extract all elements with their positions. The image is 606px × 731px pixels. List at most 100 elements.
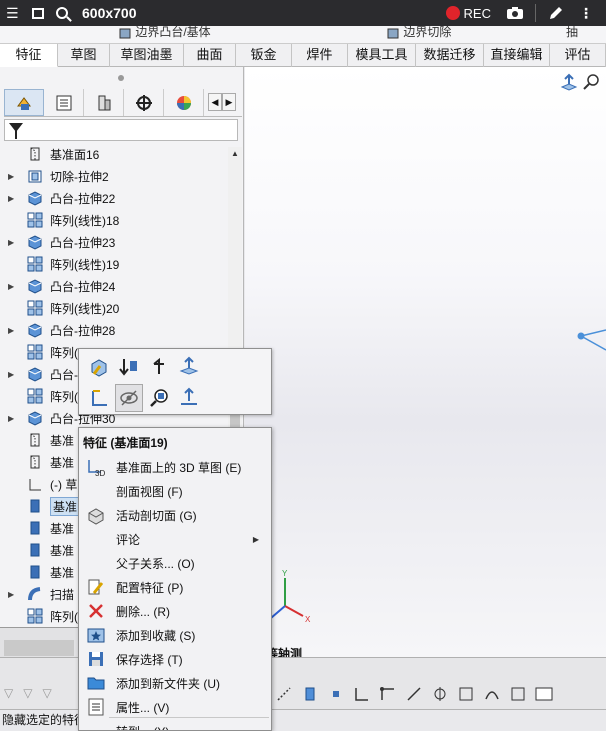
folder-icon (85, 673, 107, 693)
chevron-up-icon[interactable]: ▲ (231, 149, 239, 158)
tree-item[interactable]: ▶ 切除-拉伸2 (0, 165, 228, 187)
tab-features[interactable]: 特征 (0, 44, 58, 67)
add-to-new-folder-item[interactable]: 添加到新文件夹 (U) (79, 671, 271, 695)
add-to-favorites-item[interactable]: 添加到收藏 (S) (79, 623, 271, 647)
scrollbar-thumb[interactable] (4, 640, 74, 656)
zoom-icon[interactable] (56, 7, 68, 19)
sketch-plane-icon[interactable] (85, 384, 113, 412)
tree-item[interactable]: ▶ 凸台-拉伸23 (0, 231, 228, 253)
save-selection-item[interactable]: 保存选择 (T) (79, 647, 271, 671)
filter-vertex-icon[interactable] (323, 682, 349, 706)
boss-extrude-icon (26, 409, 44, 427)
model-edge-fragment (577, 329, 606, 351)
expand-arrow-icon[interactable]: ▶ (8, 370, 18, 379)
tab-surface[interactable]: 曲面 (184, 44, 236, 67)
linear-pattern-icon (26, 387, 44, 405)
svg-text:3D: 3D (95, 469, 105, 477)
expand-arrow-icon[interactable]: ▶ (8, 282, 18, 291)
parent-child-icon[interactable] (145, 353, 173, 381)
filter-segment-icon[interactable] (375, 682, 401, 706)
filter-line-icon[interactable] (401, 682, 427, 706)
divider (535, 4, 536, 22)
expand-arrow-icon[interactable]: ▶ (8, 414, 18, 423)
expand-arrow-icon[interactable]: ▶ (8, 590, 18, 599)
go-to-item[interactable]: 转到... (Y) (79, 719, 271, 731)
zoom-to-selection-icon[interactable] (145, 384, 173, 412)
tree-item-label: 阵列(线性)19 (50, 257, 120, 272)
camera-icon[interactable] (505, 5, 525, 21)
configuration-manager-tab-icon[interactable] (84, 89, 124, 116)
display-manager-tab-icon[interactable] (164, 89, 204, 116)
maximize-icon[interactable] (32, 7, 44, 19)
panel-grip[interactable] (118, 75, 124, 81)
more-icon[interactable]: ⋮ (576, 5, 596, 21)
filter-sketch-icon[interactable] (349, 682, 375, 706)
filter-curve-icon[interactable] (479, 682, 505, 706)
tab-direct-editing[interactable]: 直接编辑 (484, 44, 550, 67)
tab-sketch[interactable]: 草图 (58, 44, 110, 67)
chevron-right-icon[interactable]: ▶ (222, 93, 236, 111)
filter-loop-icon[interactable] (505, 682, 531, 706)
tree-item-label: 基准面16 (50, 147, 100, 162)
tree-item[interactable]: ▶ 凸台-拉伸28 (0, 319, 228, 341)
filter-icon[interactable]: ▽ (42, 686, 51, 700)
menu-icon[interactable]: ☰ (6, 6, 22, 20)
pen-icon[interactable] (546, 5, 566, 21)
tree-item[interactable]: 阵列(线性)19 (0, 253, 228, 275)
filter-edge-icon[interactable] (271, 682, 297, 706)
expand-arrow-icon[interactable]: ▶ (8, 326, 18, 335)
tab-data-migration[interactable]: 数据迁移 (416, 44, 484, 67)
comment-item[interactable]: 评论 ▶ (79, 527, 271, 551)
edit-feature-icon[interactable] (85, 353, 113, 381)
tab-weldments[interactable]: 焊件 (292, 44, 348, 67)
filter-axis-icon[interactable] (427, 682, 453, 706)
feature-tree-tab-icon[interactable] (4, 89, 44, 116)
expand-arrow-icon[interactable]: ▶ (8, 238, 18, 247)
tree-item[interactable]: 基准面16 (0, 143, 228, 165)
context-menu-title: 特征 (基准面19) (83, 436, 168, 450)
tree-item[interactable]: ▶ 凸台-拉伸24 (0, 275, 228, 297)
filter-icon[interactable]: ▽ (23, 686, 32, 700)
zoom-to-fit-icon[interactable] (580, 71, 602, 93)
live-section-plane-item[interactable]: 活动剖切面 (G) (79, 503, 271, 527)
expand-arrow-icon[interactable]: ▶ (8, 172, 18, 181)
menu-item-label: 添加到新文件夹 (U) (116, 676, 220, 691)
normal-to-icon[interactable] (175, 353, 203, 381)
context-toolbar (78, 348, 272, 415)
tab-evaluate[interactable]: 评估 (550, 44, 606, 67)
3d-sketch-on-plane-item[interactable]: 3D 基准面上的 3D 草图 (E) (79, 455, 271, 479)
configure-feature-item[interactable]: 配置特征 (P) (79, 575, 271, 599)
hide-icon[interactable] (115, 384, 143, 412)
parent-child-item[interactable]: 父子关系... (O) (79, 551, 271, 575)
filter-icon[interactable]: ▽ (4, 686, 13, 700)
properties-item[interactable]: 属性... (V) (79, 695, 271, 719)
filter-reset-icon[interactable] (531, 682, 557, 706)
expand-arrow-icon[interactable]: ▶ (8, 194, 18, 203)
tree-item-label: 基准 (50, 496, 81, 516)
filter-icon[interactable] (9, 123, 23, 139)
tab-sketch-ink[interactable]: 草图油墨 (110, 44, 184, 67)
ribbon-fragment[interactable]: 边界切除 (386, 26, 451, 40)
record-icon[interactable] (445, 6, 460, 20)
tree-item-label: 阵列( (50, 389, 78, 404)
tree-item[interactable]: ▶ 凸台-拉伸22 (0, 187, 228, 209)
filter-plane-icon[interactable] (297, 682, 323, 706)
dimxpert-tab-icon[interactable] (124, 89, 164, 116)
filter-point-icon[interactable] (453, 682, 479, 706)
menu-item-label: 属性... (V) (116, 700, 170, 715)
view-normal-to-icon[interactable] (175, 384, 203, 412)
tab-mold-tools[interactable]: 模具工具 (348, 44, 416, 67)
chevron-left-icon[interactable]: ◀ (208, 93, 222, 111)
tree-item[interactable]: 阵列(线性)18 (0, 209, 228, 231)
tab-sheet-metal[interactable]: 钣金 (236, 44, 292, 67)
section-view-item[interactable]: 剖面视图 (F) (79, 479, 271, 503)
ribbon-fragment[interactable]: 边界凸台/基体 (118, 26, 211, 40)
record-label[interactable]: REC (464, 6, 491, 21)
property-manager-tab-icon[interactable] (44, 89, 84, 116)
delete-item[interactable]: 删除... (R) (79, 599, 271, 623)
ribbon-fragment[interactable]: 抽 (566, 26, 578, 40)
tree-filter-input[interactable] (4, 119, 238, 141)
view-orientation-icon[interactable] (558, 71, 580, 93)
rollback-icon[interactable] (115, 353, 143, 381)
tree-item[interactable]: 阵列(线性)20 (0, 297, 228, 319)
